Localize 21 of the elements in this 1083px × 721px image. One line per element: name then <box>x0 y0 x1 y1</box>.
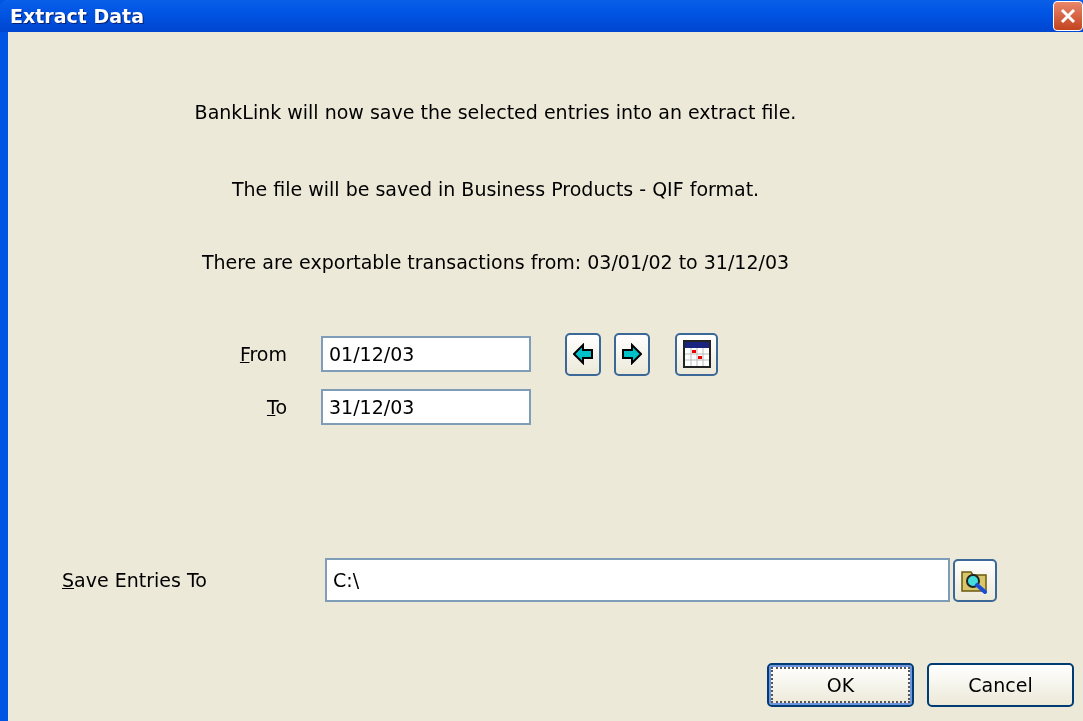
date-field[interactable]: 31/12/03 <box>321 389 531 425</box>
ok-button[interactable]: OK <box>767 663 914 707</box>
path-field[interactable]: C:\ <box>325 558 950 602</box>
message-text: BankLink will now save the selected entries into an extract file. <box>193 100 798 124</box>
window-title: Extract Data <box>10 5 144 27</box>
message-text: There are exportable transactions from: 03/01/02 to 31/12/03 <box>200 250 791 274</box>
next-button[interactable] <box>614 332 650 376</box>
calendar-icon <box>682 340 711 368</box>
previous-button[interactable] <box>565 332 601 376</box>
cancel-button[interactable]: Cancel <box>927 663 1074 707</box>
calendar-button[interactable] <box>675 332 718 376</box>
browse-button[interactable] <box>953 558 997 602</box>
message-text: The file will be saved in Business Products - QIF format. <box>230 177 761 201</box>
close-icon <box>1060 8 1076 24</box>
field-label: Save Entries To <box>62 569 208 591</box>
field-label: From <box>239 343 287 365</box>
field-label: To <box>267 396 287 418</box>
close-button[interactable] <box>1053 1 1083 31</box>
left-arrow-icon <box>573 343 593 365</box>
date-field[interactable]: 01/12/03 <box>321 336 531 372</box>
right-arrow-icon <box>622 343 642 365</box>
